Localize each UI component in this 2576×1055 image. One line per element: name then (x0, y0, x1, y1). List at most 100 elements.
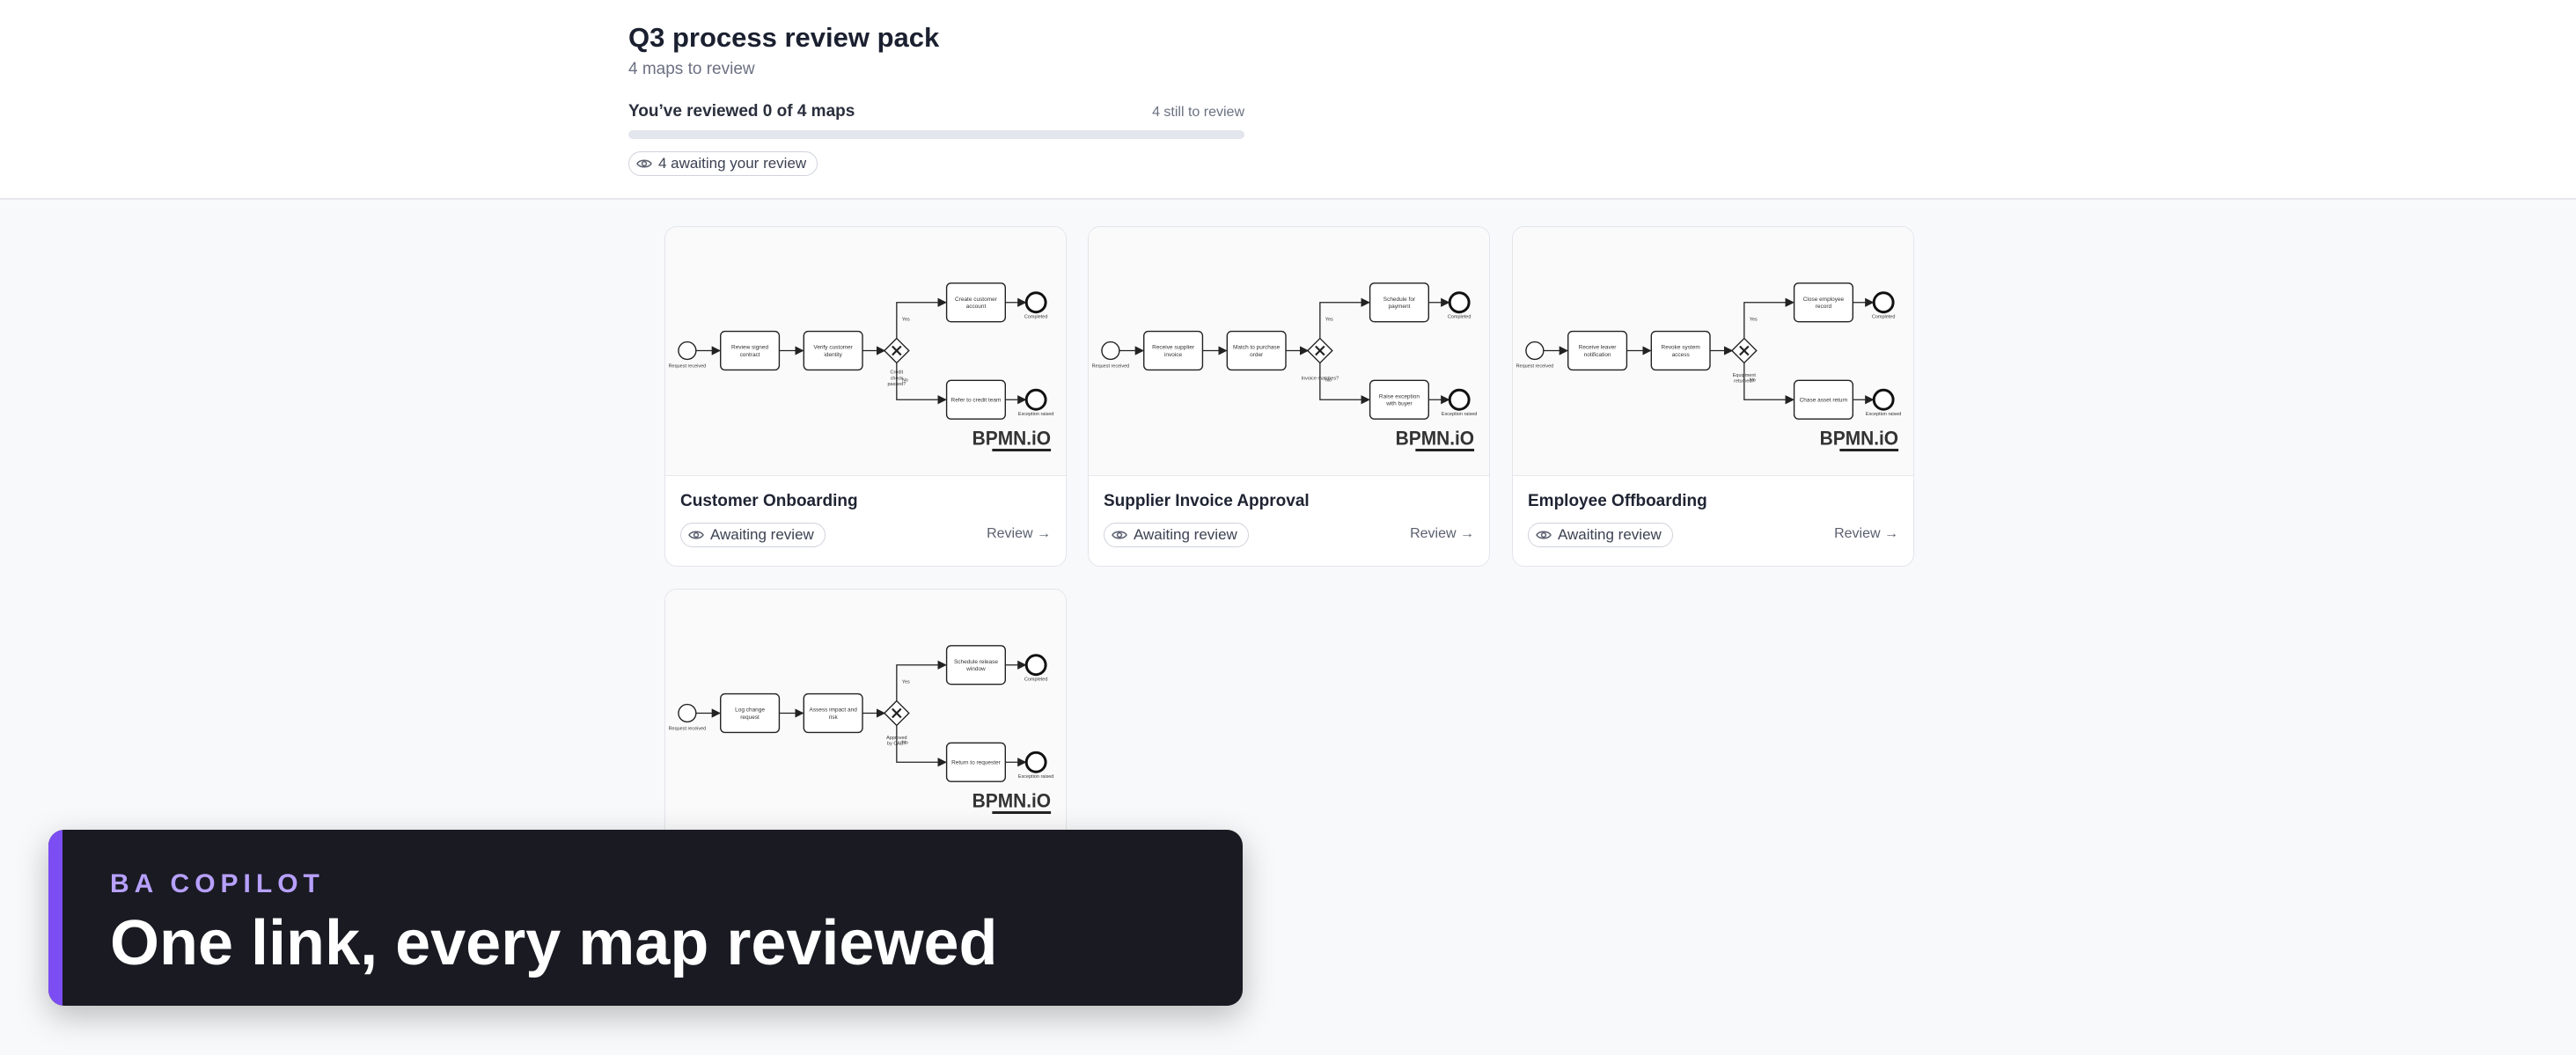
task-label: risk (829, 714, 839, 721)
end-event (1872, 388, 1895, 411)
progress-summary: You’ve reviewed 0 of 4 maps 4 still to r… (628, 102, 1244, 121)
task-label: Create customer (955, 297, 998, 303)
task-label: identity (824, 352, 842, 358)
progress-bar (628, 130, 1244, 139)
start-event (678, 703, 697, 723)
task-label: Revoke system (1662, 345, 1700, 351)
task-label: Refer to credit team (951, 398, 1002, 404)
review-link[interactable]: Review → (987, 526, 1051, 542)
bpmn-io-logo: BPMN.iO (1396, 427, 1474, 450)
task-label: record (1816, 304, 1832, 310)
page-header: Q3 process review pack 4 maps to review … (0, 0, 2576, 200)
bpmn-io-logo-underline (1415, 449, 1475, 451)
awaiting-review-text: 4 awaiting your review (658, 155, 807, 172)
end-event-label: Exception raised (1018, 774, 1053, 780)
task-label: Verify customer (813, 345, 853, 351)
status-badge: Awaiting review (1104, 523, 1249, 547)
branch-no-label: No (1750, 377, 1756, 383)
caption-overlay: BA COPILOT One link, every map reviewed (48, 830, 1243, 1006)
task-label: account (966, 304, 987, 310)
eye-icon (1112, 531, 1127, 539)
start-event-label: Request received (669, 363, 707, 369)
bpmn-io-logo-underline (1839, 449, 1899, 451)
end-event-label: Completed (1024, 315, 1047, 320)
end-event-label: Completed (1024, 678, 1047, 683)
page-title: Q3 process review pack (628, 22, 940, 53)
branch-no-label: No (902, 377, 908, 383)
task-label: request (740, 714, 760, 721)
bpmn-diagram-thumbnail[interactable]: Request received Receive supplier invoice M… (1089, 227, 1489, 476)
task-label: order (1250, 352, 1264, 358)
caption-kicker: BA COPILOT (110, 869, 325, 898)
bpmn-io-logo: BPMN.iO (972, 789, 1051, 812)
progress-remaining: 4 still to review (1152, 105, 1244, 120)
review-link[interactable]: Review → (1834, 526, 1898, 542)
card-title: Employee Offboarding (1528, 492, 1707, 510)
task-label: Match to purchase (1233, 345, 1281, 351)
process-map-card[interactable]: Request received Receive supplier invoice M… (1088, 226, 1490, 567)
eye-icon (688, 531, 704, 539)
task-label: payment (1389, 304, 1411, 310)
branch-yes-label: Yes (902, 318, 910, 323)
status-badge: Awaiting review (680, 523, 826, 547)
status-text: Awaiting review (1558, 526, 1662, 543)
end-event-label: Exception raised (1018, 412, 1053, 417)
bpmn-io-logo: BPMN.iO (972, 427, 1051, 450)
eye-icon (1536, 531, 1552, 539)
task-label: Raise exception (1379, 393, 1420, 399)
task-label: Schedule for (1383, 297, 1416, 303)
task-label: Chase asset return (1800, 398, 1848, 404)
awaiting-review-badge: 4 awaiting your review (628, 151, 818, 176)
caption-accent-bar (48, 830, 62, 1006)
task-label: Return to requester (951, 760, 1002, 766)
bpmn-diagram: Request received Review signedcontract Ver… (669, 282, 1053, 451)
review-link[interactable]: Review → (1410, 526, 1474, 542)
task-label: window (965, 666, 986, 672)
branch-yes-label: Yes (1750, 318, 1758, 323)
task-label: Receive leaver (1579, 345, 1618, 351)
end-event (1872, 291, 1895, 314)
task-label: invoice (1164, 352, 1183, 358)
process-map-card[interactable]: Request received Review signed contract Ver… (664, 226, 1067, 567)
bpmn-diagram-thumbnail[interactable]: Request received Log change request Assess … (665, 590, 1066, 839)
branch-yes-label: Yes (1325, 318, 1333, 323)
task-label: Close employee (1803, 297, 1845, 303)
end-event (1024, 388, 1047, 411)
start-event (1525, 341, 1545, 361)
start-event-label: Request received (1092, 363, 1130, 369)
branch-yes-label: Yes (902, 680, 910, 685)
end-event (1448, 291, 1471, 314)
end-event (1024, 654, 1047, 677)
bpmn-diagram-thumbnail[interactable]: Request received Review signed contract Ver… (665, 227, 1066, 476)
end-event (1024, 291, 1047, 314)
end-event-label: Completed (1448, 315, 1471, 320)
task-label: Receive supplier (1152, 345, 1195, 351)
bpmn-diagram: Request received Log changerequest Assess … (669, 645, 1053, 814)
header-content: Q3 process review pack 4 maps to review … (628, 21, 1244, 176)
process-map-card[interactable]: Request received Receive leaver notificati… (1512, 226, 1914, 567)
start-event (1101, 341, 1120, 361)
end-event-label: Exception raised (1866, 412, 1901, 417)
end-event-label: Completed (1872, 315, 1895, 320)
start-event-label: Request received (669, 726, 707, 731)
branch-no-label: No (902, 740, 908, 745)
bpmn-diagram-thumbnail[interactable]: Request received Receive leaver notificati… (1513, 227, 1913, 476)
task-label: Schedule release (954, 659, 998, 665)
task-label: Review signed (731, 345, 768, 351)
card-title: Customer Onboarding (680, 492, 858, 510)
task-label: contract (740, 352, 760, 358)
card-title: Supplier Invoice Approval (1104, 492, 1310, 510)
task-label: Log change (735, 707, 765, 714)
branch-no-label: No (1325, 377, 1332, 383)
end-event (1024, 751, 1047, 773)
progress-label: You’ve reviewed 0 of 4 maps (628, 102, 855, 121)
bpmn-diagram: Request received Receive leavernotificati… (1516, 282, 1901, 451)
bpmn-io-logo-underline (992, 811, 1052, 814)
end-event-label: Exception raised (1442, 412, 1477, 417)
bpmn-io-logo: BPMN.iO (1820, 427, 1898, 450)
status-text: Awaiting review (1134, 526, 1237, 543)
task-label: access (1672, 352, 1690, 358)
caption-headline: One link, every map reviewed (110, 908, 998, 978)
status-text: Awaiting review (710, 526, 814, 543)
page-subtitle: 4 maps to review (628, 60, 755, 78)
